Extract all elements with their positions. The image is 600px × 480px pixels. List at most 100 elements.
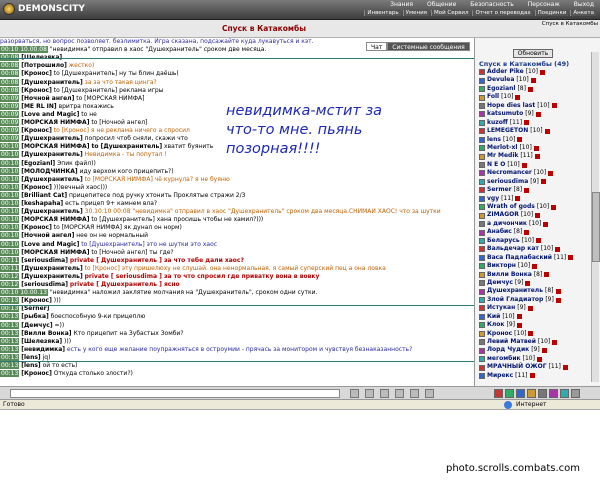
- user-info-icon[interactable]: [516, 314, 522, 320]
- user-list-item[interactable]: Вальдечар кат [10]: [479, 245, 589, 253]
- user-list-item[interactable]: lens [10]: [479, 136, 589, 144]
- user-list-item[interactable]: Foll [10]: [479, 93, 589, 101]
- user-info-icon[interactable]: [540, 69, 546, 75]
- user-name[interactable]: N E O: [487, 161, 505, 169]
- chat-timestamp[interactable]: 00:10: [0, 232, 20, 240]
- user-name[interactable]: Кий: [487, 313, 500, 321]
- chat-nick[interactable]: [Serner]: [21, 305, 49, 312]
- user-name[interactable]: LEMEGETON: [487, 127, 528, 135]
- chat-timestamp[interactable]: 00:13: [0, 362, 20, 369]
- user-info-icon[interactable]: [517, 322, 522, 328]
- user-info-icon[interactable]: [544, 272, 550, 278]
- user-list-item[interactable]: Wrath of gods [10]: [479, 203, 589, 211]
- scrollbar-thumb[interactable]: [592, 192, 600, 262]
- chat-timestamp[interactable]: 00:13: [0, 370, 20, 378]
- user-list-item[interactable]: Демчус [9]: [479, 279, 589, 287]
- nav-transfer-report[interactable]: Отчет о переводах: [472, 10, 533, 16]
- chat-timestamp[interactable]: 00:13: [0, 337, 20, 345]
- user-list-item[interactable]: ZIMAGOR [10]: [479, 211, 589, 219]
- user-info-icon[interactable]: [527, 305, 533, 311]
- user-list-item[interactable]: Necromancer [10]: [479, 169, 589, 177]
- chat-nick[interactable]: [Душехранитель]: [21, 135, 82, 142]
- user-list-item[interactable]: LEMEGETON [10]: [479, 127, 589, 135]
- chat-nick[interactable]: [МОРСКАЯ НИМФА] to [Душехранитель]: [21, 143, 162, 150]
- chat-timestamp[interactable]: 00:10: [0, 200, 20, 207]
- send-button-icon[interactable]: [350, 389, 359, 398]
- user-list-item[interactable]: Кий [10]: [479, 313, 589, 321]
- user-info-icon[interactable]: [555, 246, 561, 252]
- chat-nick[interactable]: [МОЛОДЧИНКА]: [21, 168, 77, 175]
- user-name[interactable]: Foll: [487, 93, 499, 101]
- user-info-icon[interactable]: [552, 339, 558, 345]
- map-icon[interactable]: [516, 389, 525, 398]
- refresh-button[interactable]: Обновить: [513, 49, 553, 58]
- chat-timestamp[interactable]: 00:10: [0, 167, 20, 175]
- chat-timestamp[interactable]: 00:08: [0, 78, 20, 86]
- chat-nick[interactable]: [Потрошило]: [21, 62, 67, 69]
- help-icon[interactable]: [560, 389, 569, 398]
- user-info-icon[interactable]: [548, 170, 554, 176]
- user-list-item[interactable]: Истукан [9]: [479, 304, 589, 312]
- chat-nick[interactable]: [Ночной ангел]: [21, 95, 74, 102]
- chat-timestamp[interactable]: 00:10: [0, 183, 20, 191]
- chat-timestamp[interactable]: 00:10: [0, 208, 20, 216]
- chat-nick[interactable]: [keshapaha]: [21, 200, 63, 207]
- user-info-icon[interactable]: [530, 78, 536, 84]
- clock-icon[interactable]: [571, 389, 580, 398]
- battle-icon[interactable]: [494, 389, 503, 398]
- user-list-item[interactable]: Mr Medik [11]: [479, 152, 589, 160]
- chat-nick[interactable]: [Кронос]: [21, 184, 52, 191]
- chat-nick[interactable]: [Egozianl]: [21, 160, 55, 167]
- nav-profile[interactable]: Анкета: [570, 10, 596, 16]
- user-list-item[interactable]: Душехранитель [8]: [479, 287, 589, 295]
- chat-timestamp[interactable]: 00:09: [0, 119, 20, 126]
- user-list-item[interactable]: Мирекс [11]: [479, 372, 589, 380]
- chat-nick[interactable]: [Кронос]: [21, 127, 52, 134]
- chat-timestamp[interactable]: 00:12: [0, 272, 20, 280]
- chat-timestamp[interactable]: 00:08: [0, 86, 20, 94]
- chat-nick[interactable]: [Love and Magic]: [21, 241, 79, 248]
- chat-timestamp[interactable]: 00:10 10.00.13: [0, 289, 48, 297]
- user-info-icon[interactable]: [532, 263, 538, 269]
- chat-timestamp[interactable]: 00:10: [0, 159, 20, 167]
- user-name[interactable]: а дичончик: [487, 220, 527, 228]
- user-info-icon[interactable]: [535, 213, 541, 219]
- inventory-icon[interactable]: [505, 389, 514, 398]
- user-name[interactable]: Mr Medik: [487, 152, 518, 160]
- chat-nick[interactable]: [Душехранитель]: [21, 151, 82, 158]
- tab-chat[interactable]: Чат: [366, 42, 388, 51]
- chat-nick[interactable]: [Душехранитель]: [21, 265, 82, 272]
- chat-timestamp[interactable]: 00:10: [0, 191, 20, 199]
- user-name[interactable]: Левий Матвей: [487, 338, 536, 346]
- nav-exit[interactable]: Выход: [574, 1, 594, 8]
- refresh-chat-icon[interactable]: [410, 389, 419, 398]
- user-list-item[interactable]: Вилли Вонка [8]: [479, 271, 589, 279]
- user-list-item[interactable]: Merlot-xl [10]: [479, 144, 589, 152]
- user-name[interactable]: Истукан: [487, 304, 515, 312]
- friends-icon[interactable]: [549, 389, 558, 398]
- user-info-icon[interactable]: [534, 154, 540, 160]
- user-list-item[interactable]: vgy [11]: [479, 195, 589, 203]
- clear-button-icon[interactable]: [365, 389, 374, 398]
- user-name[interactable]: МРАЧНЫЙ ОЖОГ: [487, 363, 547, 371]
- chat-timestamp[interactable]: 00:08: [0, 62, 20, 70]
- chat-nick[interactable]: [Душехранитель]: [21, 176, 82, 183]
- user-name[interactable]: Викторн: [487, 262, 516, 270]
- nav-communication[interactable]: Общение: [427, 1, 456, 8]
- chat-nick[interactable]: [Кронос]: [21, 87, 52, 94]
- chat-timestamp[interactable]: 00:11: [0, 264, 20, 272]
- chat-nick[interactable]: [lens]: [21, 362, 40, 369]
- nav-skills[interactable]: Умения: [402, 10, 429, 16]
- chat-timestamp[interactable]: 00:10: [0, 224, 20, 232]
- chat-nick[interactable]: [невидимка]: [21, 346, 65, 353]
- user-name[interactable]: Вилли Вонка: [487, 271, 532, 279]
- chat-timestamp[interactable]: 00:12: [0, 281, 20, 288]
- user-name[interactable]: Вальдечар кат: [487, 245, 539, 253]
- user-name[interactable]: Hope dies last: [487, 102, 535, 110]
- chat-timestamp[interactable]: 00:13: [0, 329, 20, 337]
- user-name[interactable]: katsumuto: [487, 110, 523, 118]
- user-info-icon[interactable]: [544, 128, 550, 134]
- tab-system-messages[interactable]: Системные сообщения: [387, 42, 470, 51]
- chat-nick[interactable]: [seriousdima]: [21, 281, 68, 288]
- user-name[interactable]: Мирекс: [487, 372, 513, 380]
